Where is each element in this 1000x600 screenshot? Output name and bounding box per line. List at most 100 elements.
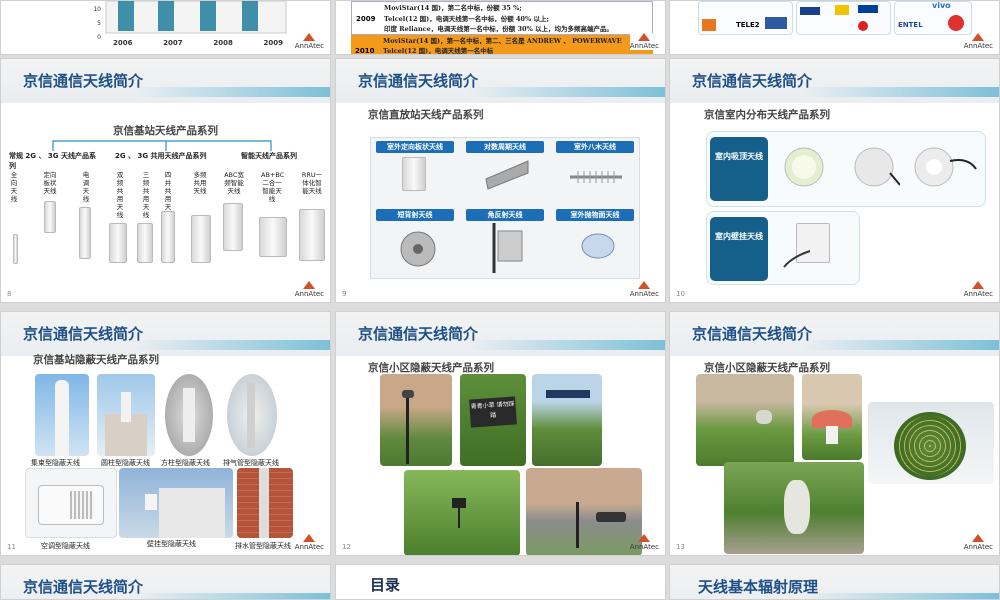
product-caption: 圆柱型隐蔽天线 [101,459,150,467]
mushroom-concealed-antenna-photo [802,374,862,460]
etilt-antenna-image [79,207,91,259]
panel-antenna-image [44,201,56,233]
product-caption: 方柱型隐蔽天线 [161,459,210,467]
grass-sign: 青青小草 请勿踩踏 [469,396,517,428]
ab-bc-smart-antenna-image [259,217,287,257]
multi-band-antenna-image [191,215,211,263]
ytick: 0 [97,34,101,41]
rock-concealed-antenna-photo [696,374,794,466]
xtick: 2008 [213,39,233,47]
ceiling-antenna-image [784,147,824,187]
slide-top-mid[interactable]: 2009 MoviStar(14 国)，第二名中标，份额 35 %; Telce… [335,0,666,55]
company-logo: AnnAtec [964,281,993,298]
slide-10[interactable]: 京信通信天线简介 京信室内分布天线产品系列 室内吸顶天线 室内壁挂天线 10 A… [669,58,1000,303]
cactus-concealed-antenna-photo [868,402,994,484]
slide-title: 天线基本辐射原理 [698,578,819,596]
slide-title: 京信通信天线简介 [692,72,813,90]
table-line: Telcel(12 国)，电调天线第一名中标，份额 40% 以上; [384,14,549,23]
company-logo: AnnAtec [964,33,993,50]
tri-band-antenna-image [137,223,153,263]
antenna-label: RRU一体化智能天线 [301,171,323,195]
sign-concealed-antenna-photo: 青青小草 请勿踩踏 [460,374,526,466]
page-number: 11 [7,543,16,551]
slide-title: 京信通信天线简介 [692,325,813,343]
product-caption: 集束型隐蔽天线 [31,459,80,467]
slide-title: 京信通信天线简介 [23,578,144,596]
ytick: 10 [93,6,101,13]
product-tag: 对数周期天线 [466,141,544,153]
slide-bottom-left[interactable]: 京信通信天线简介 [0,564,331,600]
wall-antenna-cable [783,250,811,268]
xtick: 2009 [263,39,283,47]
log-periodic-antenna-image [485,160,529,190]
slide-top-left[interactable]: 10 5 0 2006 2007 2008 2009 AnnAtec [0,0,331,55]
xtick: 2007 [163,39,183,47]
company-logo: AnnAtec [295,534,324,551]
parabolic-antenna-image [581,233,615,259]
slide-subtitle: 京信室内分布天线产品系列 [704,109,830,121]
slide-bottom-right[interactable]: 天线基本辐射原理 [669,564,1000,600]
antenna-label: AB+BC二合一智能天线 [261,171,285,203]
chart-bar [158,1,174,31]
slide-top-right[interactable]: TELE2 vivo ENTEL AnnAtec [669,0,1000,55]
exhaust-concealed-antenna-photo [227,374,277,456]
product-tag: 室外定向板状天线 [376,141,454,153]
product-caption: 排水管型隐蔽天线 [235,542,291,550]
table-year: 2010 [355,47,375,55]
chart-bar [242,1,258,31]
company-logo: AnnAtec [964,534,993,551]
slide-subtitle: 京信小区隐蔽天线产品系列 [704,362,830,374]
antenna-label: ABC宽频智能天线 [224,171,244,195]
abc-smart-antenna-image [223,203,243,251]
table-line: Telcel(12 国)，电调天线第一名中标 [383,47,494,55]
slide-title: 京信通信天线简介 [23,325,144,343]
slide-title: 京信通信天线简介 [358,72,479,90]
antenna-label: 多频共用天线 [193,171,207,195]
slide-13[interactable]: 京信通信天线简介 京信小区隐蔽天线产品系列 13 AnnAtec [669,311,1000,556]
slide-header: 京信通信天线简介 [336,312,665,356]
chart-bar [200,1,216,31]
chart-bar [118,1,134,31]
product-tag: 角反射天线 [466,209,544,221]
table-year: 2009 [356,15,376,23]
slide-bottom-mid[interactable]: 目录 [335,564,666,600]
slide-header: 京信通信天线简介 [670,59,999,103]
corner-reflector-antenna-image [492,223,523,273]
slide-11[interactable]: 京信通信天线简介 京信基站隐蔽天线产品系列 集束型隐蔽天线 圆柱型隐蔽天线 方柱… [0,311,331,556]
product-tag: 室外八木天线 [556,141,634,153]
company-logo: AnnAtec [630,534,659,551]
page-number: 9 [342,290,347,298]
slide-8[interactable]: 京信通信天线简介 京信基站天线产品系列 常规 2G 、 3G 天线产品系列 2G… [0,58,331,303]
slide-subtitle: 京信基站隐蔽天线产品系列 [33,354,159,366]
wall-concealed-antenna-photo [119,468,233,538]
product-caption: 排气管型隐蔽天线 [223,459,279,467]
square-concealed-antenna-photo [165,374,213,456]
product-tag: 室外抛物面天线 [556,209,634,221]
ceiling-antenna-label: 室内吸顶天线 [710,137,768,201]
page-number: 12 [342,543,351,551]
cluster-concealed-antenna-photo [35,374,89,456]
slide-12[interactable]: 京信通信天线简介 京信小区隐蔽天线产品系列 青青小草 请勿踩踏 12 AnnAt… [335,311,666,556]
slide-header: 京信通信天线简介 [670,312,999,356]
group-label: 智能天线产品系列 [241,152,297,160]
antenna-label: 双频共用天线 [116,171,124,219]
table-line: MoviStar(14 国)，第二名中标，份额 35 %; [384,4,522,12]
tree-concealed-antenna-photo [724,462,864,554]
drainpipe-concealed-antenna-photo [237,468,293,538]
antenna-label: 全向天线 [10,171,18,203]
ac-concealed-antenna-photo [25,468,117,538]
outdoor-panel-antenna-image [402,157,426,191]
slide-subtitle: 京信直放站天线产品系列 [368,109,484,121]
ytick: 5 [97,20,101,27]
brand-logo: ENTEL [898,21,923,29]
slide-title: 京信通信天线简介 [23,72,144,90]
slide-9[interactable]: 京信通信天线简介 京信直放站天线产品系列 室外定向板状天线 对数周期天线 室外八… [335,58,666,303]
table-line: MoviStar(14 国)，第一名中标，第二、三名是 ANDREW 、 POW… [383,37,622,45]
short-backfire-antenna-image [400,231,436,267]
lawn-light-antenna-photo [404,470,520,555]
ceiling-antenna-image [914,147,977,187]
ceiling-antenna-image [854,147,900,187]
wall-antenna-label: 室内壁挂天线 [710,217,768,281]
page-number: 13 [676,543,685,551]
table-line: 印度 Reliance，电调天线第一名中标，份额 30% 以上，均为多频高端产品… [384,25,614,33]
